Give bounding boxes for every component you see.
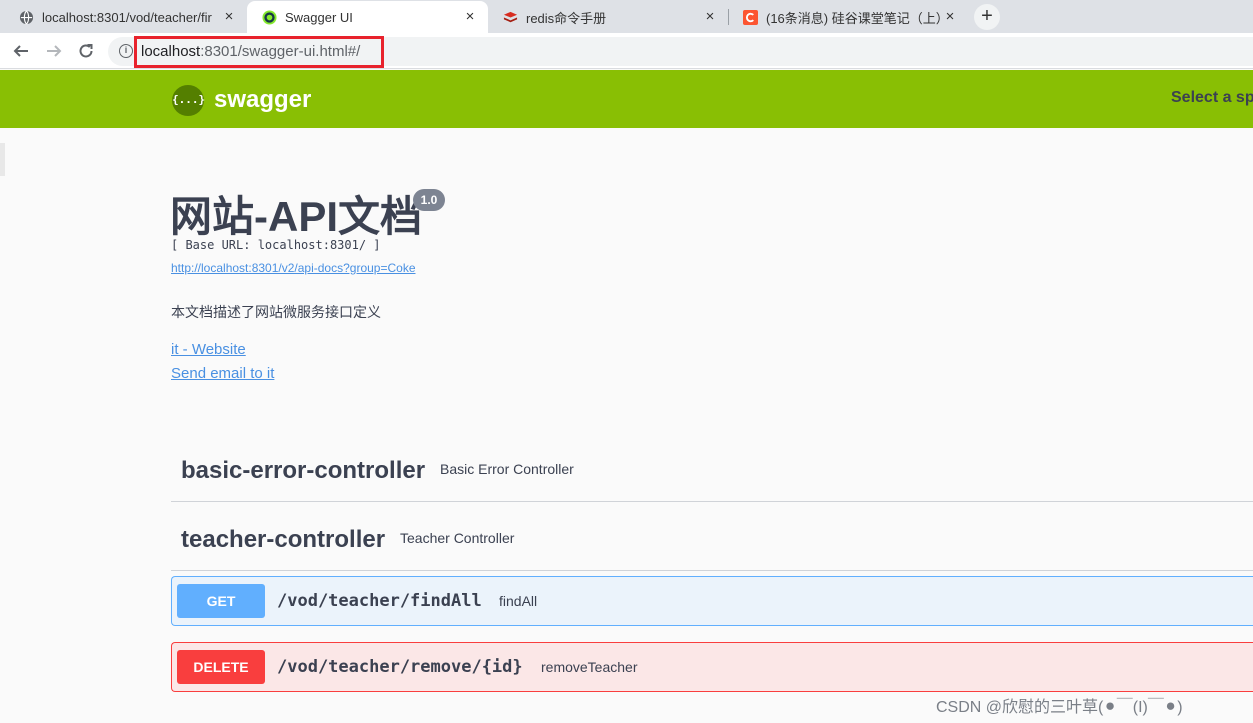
website-link[interactable]: it - Website xyxy=(171,341,246,358)
method-badge-get: GET xyxy=(177,584,265,618)
tag-description: Teacher Controller xyxy=(400,530,515,546)
api-description: 本文档描述了网站微服务接口定义 xyxy=(171,304,381,320)
url-host: localhost xyxy=(141,43,201,60)
close-tab-icon[interactable]: × xyxy=(702,9,718,25)
forward-arrow-icon[interactable] xyxy=(42,39,66,63)
close-tab-icon[interactable]: × xyxy=(942,9,958,25)
swagger-favicon-icon xyxy=(261,9,277,25)
version-badge: 1.0 xyxy=(413,189,445,211)
operation-summary: findAll xyxy=(499,593,538,609)
reload-icon[interactable] xyxy=(74,39,98,63)
close-tab-icon[interactable]: × xyxy=(462,9,478,25)
url-text[interactable]: localhost:8301/swagger-ui.html#/ xyxy=(141,43,360,60)
tab-title: (16条消息) 硅谷课堂笔记（上）_ xyxy=(766,10,942,26)
select-spec-label: Select a sp xyxy=(1171,89,1253,106)
tab-csdn[interactable]: (16条消息) 硅谷课堂笔记（上）_ × xyxy=(728,1,968,33)
tag-description: Basic Error Controller xyxy=(440,461,574,477)
tab-redis[interactable]: redis命令手册 × xyxy=(488,1,728,33)
method-badge-delete: DELETE xyxy=(177,650,265,684)
tag-name: basic-error-controller xyxy=(181,457,426,484)
csdn-favicon-icon xyxy=(742,9,758,25)
swagger-brand[interactable]: swagger xyxy=(214,86,311,114)
redis-favicon-icon xyxy=(502,9,518,25)
tag-teacher-controller[interactable]: teacher-controller Teacher Controller xyxy=(171,504,1253,571)
tab-title: Swagger UI xyxy=(285,9,353,25)
browser-toolbar: i localhost:8301/swagger-ui.html#/ xyxy=(0,33,1253,69)
tab-title: localhost:8301/vod/teacher/fir xyxy=(42,9,212,25)
info-icon[interactable]: i xyxy=(119,44,133,58)
api-title: 网站-API文档 xyxy=(170,193,423,240)
operation-delete-remove[interactable]: DELETE /vod/teacher/remove/{id} removeTe… xyxy=(171,642,1253,692)
back-arrow-icon[interactable] xyxy=(9,39,33,63)
tab-strip: localhost:8301/vod/teacher/fir × Swagger… xyxy=(0,0,1253,33)
tab-swagger-ui[interactable]: Swagger UI × xyxy=(247,1,488,33)
side-scroll-nub xyxy=(0,143,5,176)
globe-icon xyxy=(18,9,34,25)
new-tab-button[interactable]: + xyxy=(974,4,1000,30)
tab-title: redis命令手册 xyxy=(526,10,607,26)
email-link[interactable]: Send email to it xyxy=(171,365,274,382)
operation-path: /vod/teacher/findAll xyxy=(277,591,482,611)
swagger-topbar: {...} swagger Select a sp xyxy=(0,70,1253,128)
operation-summary: removeTeacher xyxy=(541,659,638,675)
tag-name: teacher-controller xyxy=(181,526,386,553)
url-path: :8301/swagger-ui.html#/ xyxy=(200,43,361,60)
close-tab-icon[interactable]: × xyxy=(221,9,237,25)
operation-path: /vod/teacher/remove/{id} xyxy=(277,657,523,677)
address-bar[interactable]: i localhost:8301/swagger-ui.html#/ xyxy=(108,36,1253,68)
tab-localhost-teacher[interactable]: localhost:8301/vod/teacher/fir × xyxy=(4,1,247,33)
api-docs-link[interactable]: http://localhost:8301/v2/api-docs?group=… xyxy=(171,261,416,275)
swagger-logo-icon[interactable]: {...} xyxy=(172,85,205,116)
tag-basic-error-controller[interactable]: basic-error-controller Basic Error Contr… xyxy=(171,435,1253,502)
csdn-watermark: CSDN @欣慰的三叶草(⚫￣(I)￣⚫) xyxy=(936,699,1183,716)
base-url: [ Base URL: localhost:8301/ ] xyxy=(171,238,381,252)
operation-get-findall[interactable]: GET /vod/teacher/findAll findAll xyxy=(171,576,1253,626)
